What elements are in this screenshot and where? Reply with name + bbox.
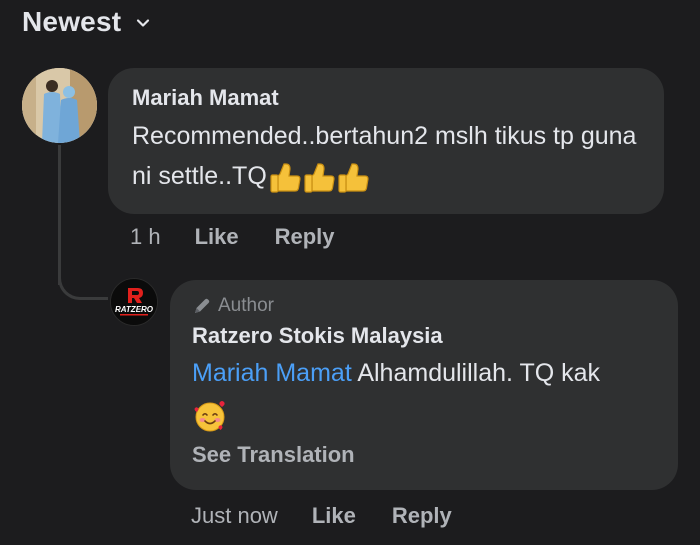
comment-author[interactable]: Mariah Mamat [132,84,640,112]
smiling-face-with-hearts-icon [194,401,225,432]
reply-timestamp[interactable]: Just now [191,503,278,529]
pen-icon [195,298,210,313]
comment-text: Recommended..bertahun2 mslh tikus tp gun… [132,116,640,196]
see-translation-link[interactable]: See Translation [192,442,656,468]
reply-bubble: Author Ratzero Stokis Malaysia Mariah Ma… [170,280,678,490]
sort-label: Newest [22,6,122,37]
avatar[interactable]: RATZERO [110,278,158,326]
reply-button[interactable]: Reply [392,503,452,529]
reply-actions: Just now Like Reply [191,503,488,529]
ratzero-logo: RATZERO [111,279,157,325]
comment-timestamp[interactable]: 1 h [130,224,161,250]
mention-link[interactable]: Mariah Mamat [192,359,352,387]
sort-dropdown[interactable]: Newest [22,6,151,38]
logo-text: RATZERO [115,305,154,314]
thumbs-up-icon [270,163,301,193]
like-button[interactable]: Like [312,503,356,529]
comments-section: Newest Mariah Mamat Recommended..bertahu… [0,0,700,545]
like-button[interactable]: Like [195,224,239,250]
reply-button[interactable]: Reply [275,224,335,250]
reply-text: Mariah Mamat Alhamdulillah. TQ kak [192,354,656,392]
thread-connector [58,255,108,300]
author-badge-label: Author [218,295,274,316]
chevron-down-icon [137,19,150,27]
reply-author[interactable]: Ratzero Stokis Malaysia [192,322,656,350]
thumbs-up-icon [304,163,335,193]
comment-body: Recommended..bertahun2 mslh tikus tp gun… [132,122,637,190]
thumbs-up-icon [338,163,369,193]
reply-body: Alhamdulillah. TQ kak [351,359,601,387]
comment-bubble: Mariah Mamat Recommended..bertahun2 mslh… [108,68,664,214]
avatar[interactable] [22,68,97,143]
profile-photo [22,68,97,143]
comment-actions: 1 h Like Reply [130,224,371,250]
author-badge: Author [192,294,656,318]
